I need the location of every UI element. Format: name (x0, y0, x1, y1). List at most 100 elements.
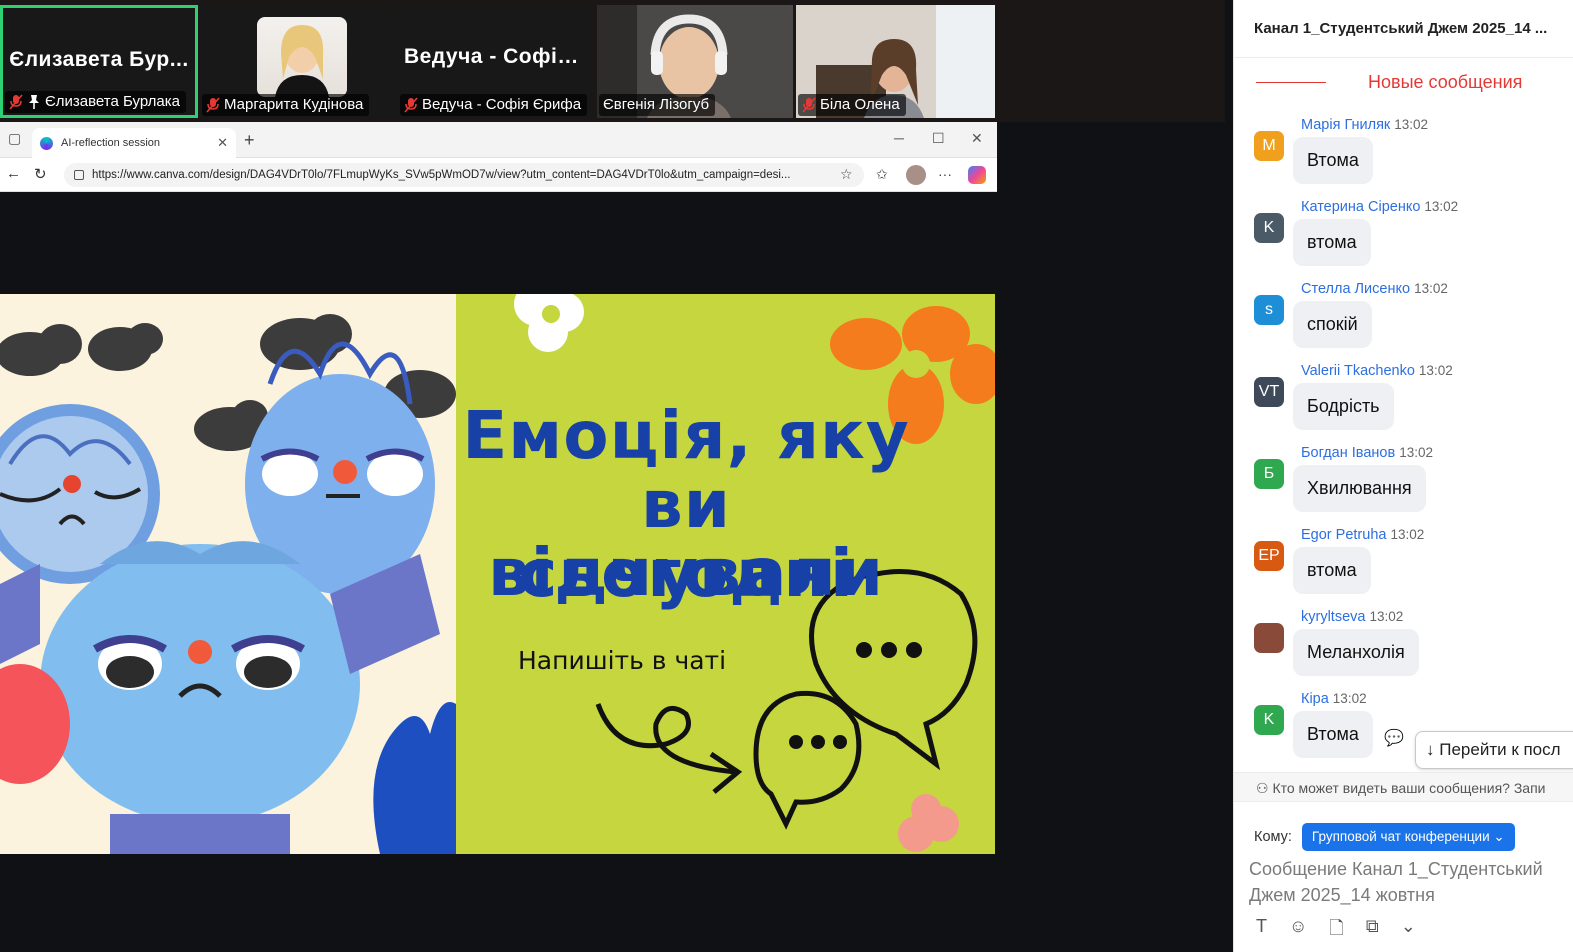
slide-title-line-1: Емоція, яку (462, 397, 910, 474)
new-messages-label: Новые сообщения (1368, 71, 1523, 92)
window-close-icon[interactable]: ✕ (971, 130, 983, 147)
message-time: 13:02 (1332, 691, 1367, 706)
message-time: 13:02 (1418, 363, 1453, 378)
participant-strip: Єлизавета Бур... Єлизавета Бурлака Марга… (0, 0, 1225, 122)
sender-name[interactable]: Марія Гниляк 13:02 (1301, 117, 1428, 133)
profile-avatar[interactable] (906, 165, 926, 185)
recipient-row: Кому: Групповой чат конференции ⌄ (1254, 822, 1573, 852)
participant-name: Єлизавета Бурлака (45, 93, 180, 110)
sender-name[interactable]: Кіра 13:02 (1301, 691, 1367, 707)
mic-muted-icon (9, 94, 23, 110)
url-field[interactable]: https://www.canva.com/design/DAG4VDrT0lo… (64, 163, 864, 187)
reply-icon[interactable]: 💬 (1384, 728, 1404, 748)
avatar: K (1254, 705, 1284, 735)
favorites-list-icon[interactable]: ✩ (876, 166, 888, 183)
screenshot-icon[interactable]: ⧉ (1366, 916, 1379, 942)
to-label: Кому: (1254, 829, 1292, 845)
message-bubble: Втома (1293, 137, 1373, 184)
tab-actions-icon[interactable]: ▢ (8, 130, 21, 147)
participant-tile-3[interactable]: Ведуча - Софія... Ведуча - Софія Єрифа (398, 5, 594, 118)
mic-muted-icon (404, 97, 418, 113)
sender-name[interactable]: Valerii Tkachenko 13:02 (1301, 363, 1453, 379)
message-time: 13:02 (1390, 527, 1425, 542)
copilot-icon[interactable] (968, 166, 986, 184)
message-input[interactable]: Сообщение Канал 1_Студентський Джем 2025… (1249, 856, 1573, 912)
favorite-icon[interactable]: ☆ (840, 166, 853, 183)
arrow-down-icon: ↓ (1426, 740, 1435, 759)
sender-name[interactable]: Богдан Іванов 13:02 (1301, 445, 1433, 461)
participant-tile-5[interactable]: Біла Олена (796, 5, 995, 118)
browser-tab[interactable]: AI-reflection session ✕ (32, 128, 236, 158)
sender-name[interactable]: Катерина Сіренко 13:02 (1301, 199, 1458, 215)
message-time: 13:02 (1369, 609, 1404, 624)
avatar: M (1254, 131, 1284, 161)
message-bubble: втома (1293, 219, 1371, 266)
participant-big-name: Єлизавета Бур... (9, 48, 189, 71)
participant-tile-4[interactable]: Євгенія Лізогуб (597, 5, 793, 118)
chat-message[interactable]: s Стелла Лисенко 13:02 спокій (1254, 281, 1564, 361)
participant-label: Євгенія Лізогуб (599, 94, 716, 116)
sender-name-text: kyryltseva (1301, 609, 1366, 625)
address-bar: ← ↻ https://www.canva.com/design/DAG4VDr… (0, 158, 997, 192)
sender-name-text: Кіра (1301, 691, 1329, 707)
sender-name-text: Стелла Лисенко (1301, 281, 1411, 297)
chat-message[interactable]: K Катерина Сіренко 13:02 втома (1254, 199, 1564, 279)
sender-name[interactable]: Стелла Лисенко 13:02 (1301, 281, 1448, 297)
close-icon[interactable]: ✕ (217, 135, 228, 151)
lock-icon (74, 170, 84, 180)
avatar: K (1254, 213, 1284, 243)
participant-label: Маргарита Кудінова (202, 94, 370, 116)
tab-title: AI-reflection session (61, 137, 161, 149)
visibility-notice[interactable]: ⚇ Кто может видеть ваши сообщения? Запи (1234, 772, 1573, 802)
participant-tile-1[interactable]: Єлизавета Бур... Єлизавета Бурлака (0, 5, 198, 118)
participant-name: Маргарита Кудінова (224, 96, 364, 113)
recipient-select[interactable]: Групповой чат конференции ⌄ (1301, 823, 1515, 851)
compose-toolbar: T ☺ 🗋 ⧉ ⌄ (1256, 916, 1573, 942)
chat-message[interactable]: Б Богдан Іванов 13:02 Хвилювання (1254, 445, 1564, 525)
chat-message[interactable]: VT Valerii Tkachenko 13:02 Бодрість (1254, 363, 1564, 443)
avatar (1254, 623, 1284, 653)
sender-name-text: Valerii Tkachenko (1301, 363, 1415, 379)
chat-message[interactable]: EP Egor Petruha 13:02 втома (1254, 527, 1564, 607)
message-time: 13:02 (1424, 199, 1459, 214)
participant-name: Біла Олена (820, 96, 900, 113)
slide-text-panel: Емоція, яку ви відчували сьогодні Напиші… (456, 294, 995, 854)
message-bubble: Бодрість (1293, 383, 1394, 430)
participant-label: Біла Олена (798, 94, 906, 116)
pin-icon (29, 95, 39, 109)
sender-name-text: Марія Гниляк (1301, 117, 1391, 133)
participant-tile-2[interactable]: Маргарита Кудінова (200, 5, 396, 118)
message-time: 13:02 (1394, 117, 1429, 132)
mic-muted-icon (802, 97, 816, 113)
shared-screen: ▢ AI-reflection session ✕ + ─ ☐ ✕ ← ↻ ht… (0, 122, 997, 952)
slide-illustration (0, 294, 456, 854)
jump-to-latest-button[interactable]: ↓ Перейти к посл (1415, 731, 1573, 769)
sad-characters-illustration (0, 314, 456, 854)
jump-label: Перейти к посл (1439, 740, 1561, 759)
maximize-icon[interactable]: ☐ (932, 130, 945, 147)
user-lock-icon: ⚇ (1256, 780, 1269, 796)
refresh-icon[interactable]: ↻ (34, 165, 47, 183)
new-messages-divider: Новые сообщения (1256, 70, 1573, 94)
chat-message[interactable]: kyryltseva 13:02 Меланхолія (1254, 609, 1564, 689)
minimize-icon[interactable]: ─ (894, 130, 904, 146)
file-icon[interactable]: 🗋 (1329, 916, 1343, 942)
avatar (257, 17, 347, 97)
more-options-icon[interactable]: ⌄ (1401, 916, 1416, 942)
sender-name-text: Egor Petruha (1301, 527, 1387, 543)
text-format-icon[interactable]: T (1256, 916, 1267, 942)
avatar: VT (1254, 377, 1284, 407)
sender-name[interactable]: Egor Petruha 13:02 (1301, 527, 1424, 543)
avatar: s (1254, 295, 1284, 325)
slide-subtitle: Напишіть в чаті (518, 646, 727, 675)
back-icon[interactable]: ← (6, 165, 21, 182)
browser-tab-bar: ▢ AI-reflection session ✕ + ─ ☐ ✕ (0, 122, 997, 158)
chat-message[interactable]: M Марія Гниляк 13:02 Втома (1254, 117, 1564, 197)
avatar: EP (1254, 541, 1284, 571)
new-tab-icon[interactable]: + (244, 130, 255, 151)
more-icon[interactable]: ··· (938, 166, 952, 182)
message-bubble: Меланхолія (1293, 629, 1419, 676)
sender-name[interactable]: kyryltseva 13:02 (1301, 609, 1403, 625)
presentation-slide: Емоція, яку ви відчували сьогодні Напиші… (0, 294, 995, 854)
emoji-icon[interactable]: ☺ (1289, 916, 1307, 942)
